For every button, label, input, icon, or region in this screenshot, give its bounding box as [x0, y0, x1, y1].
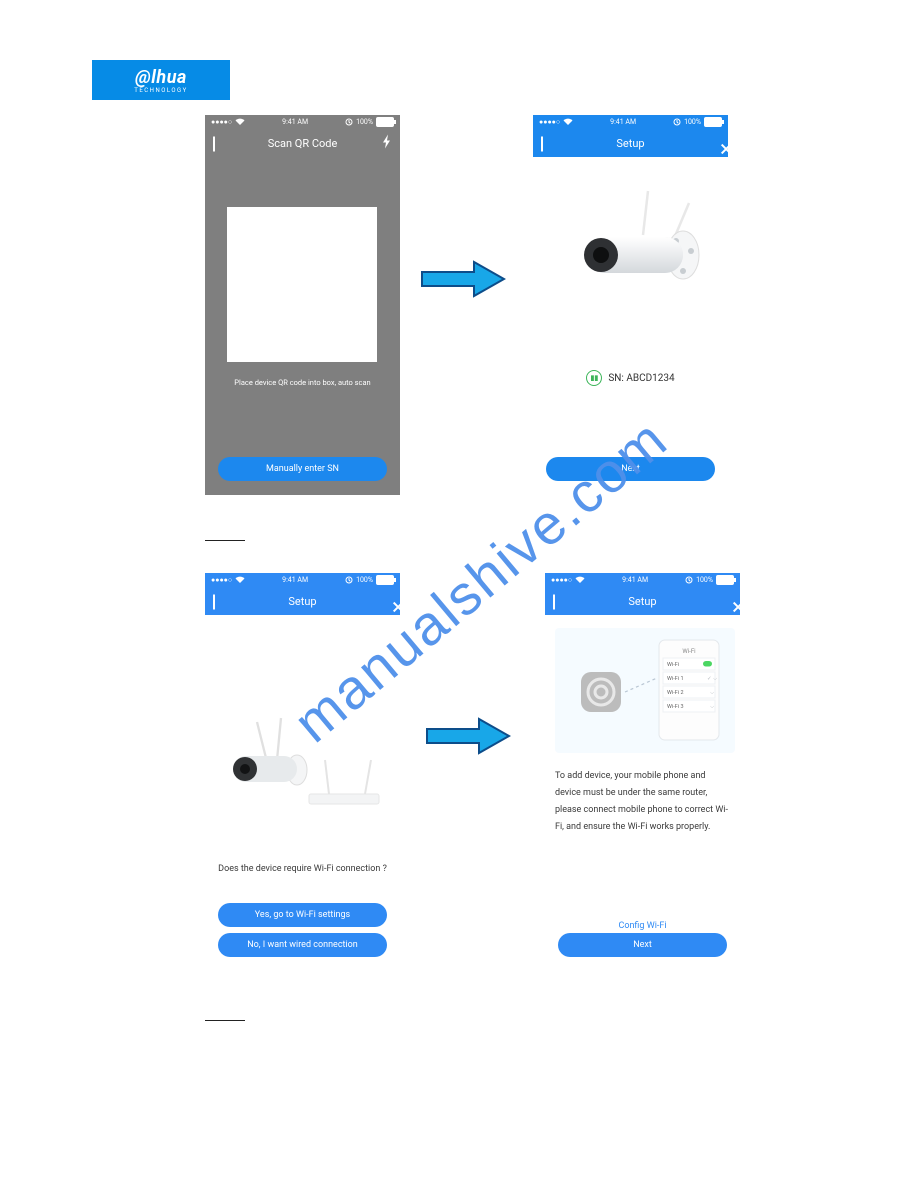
yes-wifi-button[interactable]: Yes, go to Wi-Fi settings [218, 903, 387, 927]
flow-arrow [420, 258, 506, 300]
flash-icon [382, 135, 392, 149]
separator-line [205, 1020, 245, 1021]
screen-title: Setup [616, 137, 644, 150]
battery-pct: 100% [696, 576, 713, 584]
alarm-icon [685, 576, 693, 584]
nav-bar: Scan QR Code [205, 129, 400, 157]
back-button[interactable] [553, 595, 555, 608]
scan-hint: Place device QR code into box, auto scan [205, 378, 400, 387]
config-wifi-link[interactable]: Config Wi-Fi [545, 921, 740, 931]
status-bar: ●●●●○ 9:41 AM 100% [205, 115, 400, 129]
wifi-icon [235, 576, 245, 584]
screen-scan-qr: ●●●●○ 9:41 AM 100% Scan QR Code Place de… [205, 115, 400, 495]
signal-dots: ●●●●○ [551, 576, 572, 584]
battery-pct: 100% [356, 576, 373, 584]
svg-text:Wi-Fi 3: Wi-Fi 3 [667, 704, 684, 710]
alarm-icon [345, 118, 353, 126]
manually-enter-sn-button[interactable]: Manually enter SN [218, 457, 387, 481]
screen-config-wifi: ●●●●○ 9:41 AM 100% Setup Wi-Fi Wi-Fi Wi-… [545, 573, 740, 975]
status-time: 9:41 AM [282, 118, 308, 126]
back-button[interactable] [213, 137, 215, 150]
no-wired-button[interactable]: No, I want wired connection [218, 933, 387, 957]
wifi-icon [575, 576, 585, 584]
button-label: Manually enter SN [266, 464, 339, 474]
alarm-icon [345, 576, 353, 584]
battery-pct: 100% [356, 118, 373, 126]
flow-arrow [425, 715, 511, 757]
qr-scan-viewport [227, 207, 377, 362]
wifi-icon [563, 118, 573, 126]
svg-text:Wi-Fi: Wi-Fi [667, 662, 679, 668]
button-label: Next [633, 940, 652, 950]
brand-tagline: TECHNOLOGY [134, 87, 187, 94]
watermark: manualshive.com [86, 186, 875, 975]
status-time: 9:41 AM [610, 118, 636, 126]
battery-icon [704, 117, 722, 127]
link-label: Config Wi-Fi [618, 921, 666, 931]
device-image [219, 698, 389, 823]
wifi-icon [235, 118, 245, 126]
nav-bar: Setup [533, 129, 728, 157]
status-bar: ●●●●○ 9:41 AM 100% [205, 573, 400, 587]
wifi-description: To add device, your mobile phone and dev… [555, 768, 730, 836]
chevron-left-icon [541, 137, 543, 152]
signal-dots: ●●●●○ [539, 118, 560, 126]
svg-text:Wi-Fi 1: Wi-Fi 1 [667, 676, 684, 682]
product-image [553, 185, 708, 315]
svg-text:Wi-Fi 2: Wi-Fi 2 [667, 690, 684, 696]
button-label: No, I want wired connection [247, 940, 358, 950]
sn-label: SN: ABCD1234 [608, 373, 674, 384]
screen-title: Setup [628, 595, 656, 608]
nav-bar: Setup [205, 587, 400, 615]
battery-icon [716, 575, 734, 585]
next-button[interactable]: Next [558, 933, 727, 957]
svg-text:✓ ⌵: ✓ ⌵ [707, 676, 718, 682]
status-time: 9:41 AM [282, 576, 308, 584]
nav-bar: Setup [545, 587, 740, 615]
chevron-left-icon [553, 595, 555, 610]
status-time: 9:41 AM [622, 576, 648, 584]
alarm-icon [673, 118, 681, 126]
wifi-heading: Wi-Fi [682, 648, 696, 655]
screen-title: Setup [288, 595, 316, 608]
back-button[interactable] [213, 595, 215, 608]
chevron-left-icon [213, 137, 215, 152]
wifi-illustration: Wi-Fi Wi-Fi Wi-Fi 1✓ ⌵ Wi-Fi 2⌵ Wi-Fi 3⌵ [555, 628, 735, 753]
wifi-question: Does the device require Wi-Fi connection… [205, 864, 400, 874]
chevron-left-icon [213, 595, 215, 610]
battery-pct: 100% [684, 118, 701, 126]
screen-title: Scan QR Code [268, 137, 338, 150]
signal-dots: ●●●●○ [211, 118, 232, 126]
flash-button[interactable] [382, 135, 392, 152]
brand-logo: @lhua TECHNOLOGY [92, 60, 230, 100]
status-bar: ●●●●○ 9:41 AM 100% [545, 573, 740, 587]
screen-wifi-question: ●●●●○ 9:41 AM 100% Setup Does the device… [205, 573, 400, 975]
button-label: Next [621, 464, 640, 474]
brand-name: @lhua [135, 67, 187, 88]
battery-icon [376, 575, 394, 585]
button-label: Yes, go to Wi-Fi settings [255, 910, 350, 920]
signal-dots: ●●●●○ [211, 576, 232, 584]
status-bar: ●●●●○ 9:41 AM 100% [533, 115, 728, 129]
battery-icon [376, 117, 394, 127]
screen-setup-sn: ●●●●○ 9:41 AM 100% Setup ▮▮ SN: ABCD1234 [533, 115, 728, 495]
next-button[interactable]: Next [546, 457, 715, 481]
sn-row: ▮▮ SN: ABCD1234 [533, 370, 728, 386]
separator-line [205, 540, 245, 541]
barcode-icon: ▮▮ [586, 370, 602, 386]
back-button[interactable] [541, 137, 543, 150]
